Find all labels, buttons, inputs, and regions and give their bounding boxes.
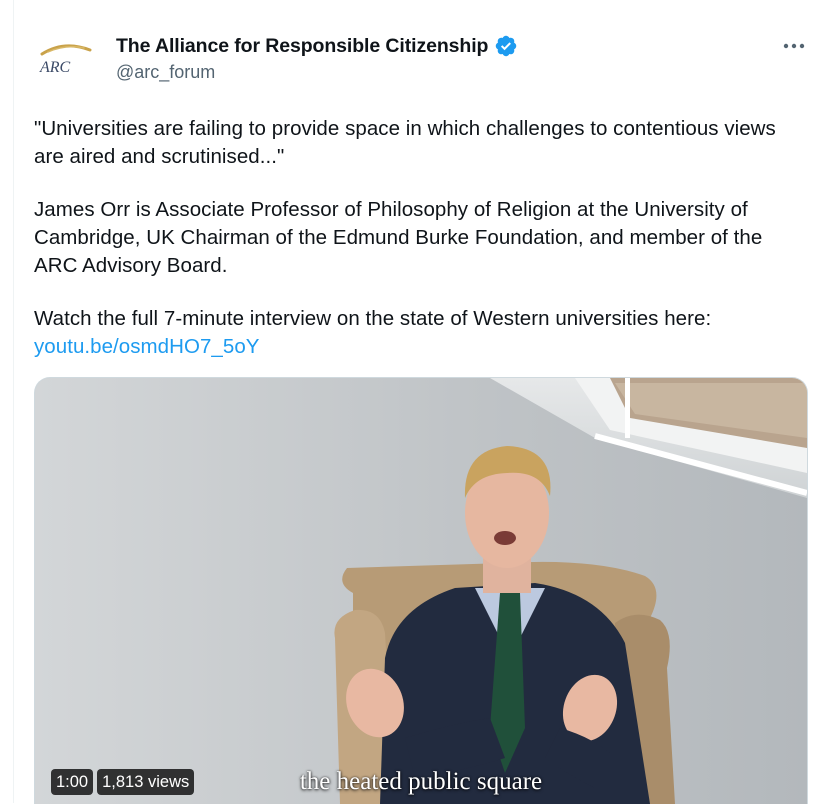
tweet-card[interactable]: ARC The Alliance for Responsible Citizen…	[0, 0, 817, 804]
tweet-quote: "Universities are failing to provide spa…	[34, 117, 776, 168]
youtube-link[interactable]: youtu.be/osmdHO7_5oY	[34, 335, 260, 358]
video-thumbnail	[35, 378, 807, 804]
timeline-divider	[13, 0, 14, 803]
tweet-cta: Watch the full 7-minute interview on the…	[34, 305, 809, 361]
avatar[interactable]: ARC	[34, 34, 96, 84]
video-view-count: 1,813 views	[97, 769, 195, 795]
handle[interactable]: @arc_forum	[116, 62, 518, 83]
more-options-button[interactable]	[780, 35, 808, 57]
tweet-bio: James Orr is Associate Professor of Phil…	[34, 198, 763, 277]
tweet-cta-text: Watch the full 7-minute interview on the…	[34, 307, 712, 330]
display-name[interactable]: The Alliance for Responsible Citizenship	[116, 35, 488, 58]
video-duration: 1:00	[51, 769, 94, 795]
more-horizontal-icon	[783, 43, 805, 49]
tweet-text: "Universities are failing to provide spa…	[34, 115, 809, 361]
video-player[interactable]: the heated public square 1:00 1,813 view…	[34, 377, 808, 804]
avatar-text: ARC	[39, 59, 71, 76]
verified-badge-icon[interactable]	[494, 34, 518, 58]
post-header: The Alliance for Responsible Citizenship…	[116, 34, 518, 83]
video-badges: 1:00 1,813 views	[51, 769, 195, 795]
